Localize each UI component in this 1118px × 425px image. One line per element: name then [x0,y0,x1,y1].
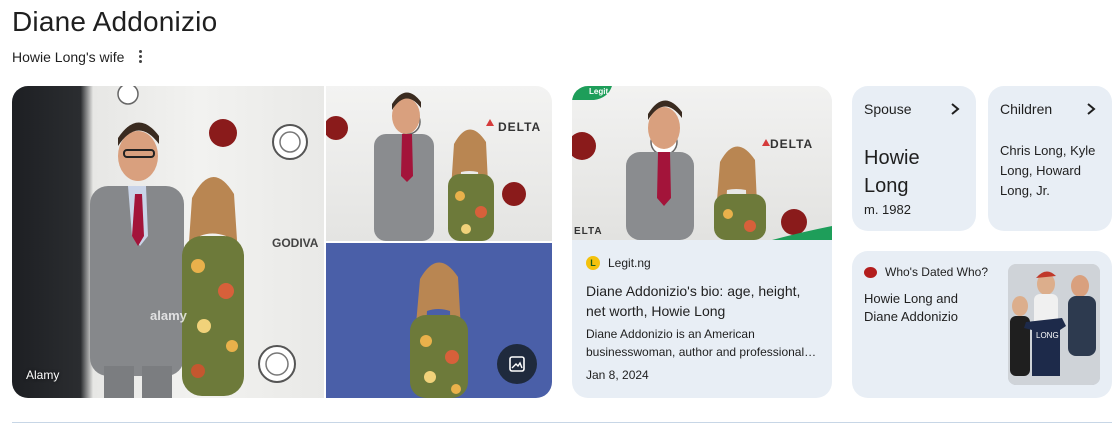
spouse-name: Howie Long [864,147,920,197]
dated-thumbnail: LONG [1008,264,1100,385]
jersey-photo-illustration: LONG [1008,264,1100,385]
article-source-name: Legit.ng [608,256,651,270]
legit-badge: Legit [589,87,609,96]
image-gallery-button[interactable] [497,344,537,384]
dated-source: Who's Dated Who? [864,265,988,279]
article-thumbnail: Legit DELTA ELTA [572,86,832,240]
spouse-label: Spouse [864,101,912,117]
article-card[interactable]: Legit DELTA ELTA L Legit.ng Diane Addoni… [572,86,832,398]
article-snippet: Diane Addonizio is an American businessw… [586,327,817,359]
spouse-marriage-year: m. 1982 [864,202,911,217]
article-source: L Legit.ng [586,256,651,270]
page-title: Diane Addonizio [12,6,218,37]
watermark: alamy [150,308,187,323]
speech-bubble-icon [864,266,877,278]
children-card[interactable]: Children Chris Long, Kyle Long, Howard L… [988,86,1112,231]
children-label: Children [1000,101,1053,117]
chevron-right-icon [951,103,960,115]
couple-illustration [572,86,832,240]
page-subtitle: Howie Long's wife [12,49,125,65]
children-names: Chris Long, Kyle Long, Howard Long, Jr. [1000,143,1096,198]
image-source-label: Alamy [26,368,60,382]
dated-card[interactable]: Who's Dated Who? Howie Long and Diane Ad… [852,251,1112,398]
chevron-right-icon [1087,103,1096,115]
article-date: Jan 8, 2024 [586,368,649,382]
article-headline[interactable]: Diane Addonizio's bio: age, height, net … [586,281,822,321]
image-icon [509,356,525,372]
dated-source-name: Who's Dated Who? [885,265,989,279]
more-options-icon[interactable] [133,47,147,65]
main-photo[interactable]: GODIVA alamy [12,86,324,398]
godiva-logo: GODIVA [272,236,319,250]
delta-logo: DELTA [770,137,814,151]
couple-illustration [326,92,526,241]
spouse-card[interactable]: Spouse Howie Long m. 1982 [852,86,976,231]
photo-top-right[interactable]: DELTA [326,86,552,241]
section-divider [12,422,1112,423]
legit-favicon-icon: L [586,256,600,270]
delta-logo: DELTA [498,120,542,134]
delta-logo-partial: ELTA [574,226,603,237]
dated-text: Howie Long and Diane Addonizio [864,291,958,324]
svg-text:LONG: LONG [1036,331,1059,340]
